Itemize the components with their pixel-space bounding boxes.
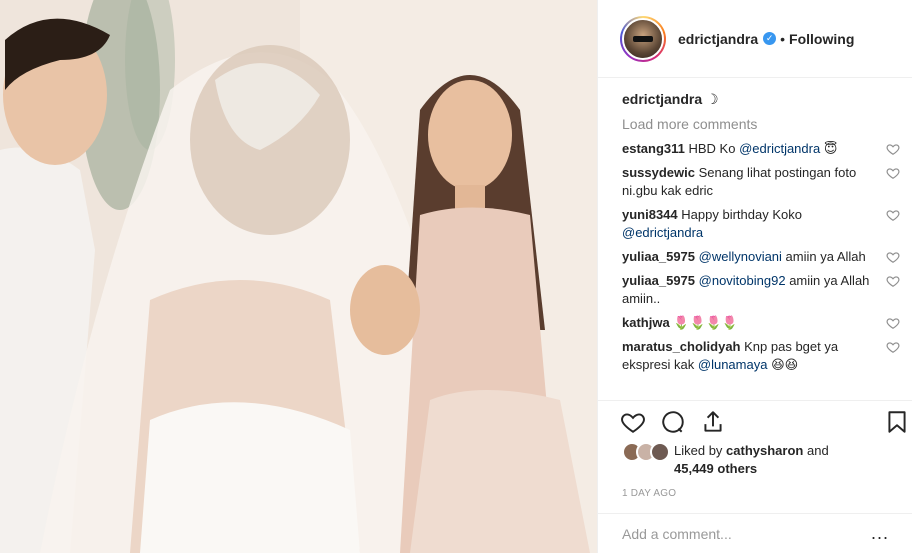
comment-username[interactable]: yuliaa_5975 bbox=[622, 249, 695, 264]
share-icon[interactable] bbox=[700, 409, 726, 435]
liked-by-prefix: Liked by bbox=[674, 443, 723, 458]
comment-username[interactable]: maratus_cholidyah bbox=[622, 339, 741, 354]
comment-icon[interactable] bbox=[660, 409, 686, 435]
following-button[interactable]: Following bbox=[789, 31, 854, 47]
comment-item: maratus_cholidyah Knp pas bget ya ekspre… bbox=[622, 338, 904, 374]
post-caption: edrictjandra ☽ bbox=[622, 88, 904, 110]
comment-text: HBD Ko bbox=[688, 141, 740, 156]
post-header: edrictjandra ✓ • Following bbox=[598, 0, 912, 78]
caption-username[interactable]: edrictjandra bbox=[622, 91, 702, 107]
post-timestamp[interactable]: 1 DAY AGO bbox=[622, 488, 676, 499]
like-comment-heart-icon[interactable] bbox=[886, 316, 900, 330]
comment-suffix: 😆😆 bbox=[767, 357, 799, 372]
comment-username[interactable]: yuliaa_5975 bbox=[622, 273, 695, 288]
comment-text: Happy birthday Koko bbox=[681, 207, 802, 222]
comment-suffix: amiin ya Allah bbox=[781, 249, 866, 264]
comment-mention[interactable]: @edrictjandra bbox=[622, 225, 703, 240]
comment-username[interactable]: estang311 bbox=[622, 141, 685, 156]
post-sidebar: edrictjandra ✓ • Following edrictjandra … bbox=[597, 0, 912, 553]
liked-by-username[interactable]: cathysharon bbox=[726, 443, 803, 458]
header-username-row: edrictjandra ✓ • Following bbox=[678, 31, 854, 47]
comment-mention[interactable]: @wellynoviani bbox=[699, 249, 782, 264]
comment-mention[interactable]: @edrictjandra bbox=[739, 141, 820, 156]
comment-mention[interactable]: @lunamaya bbox=[698, 357, 768, 372]
like-comment-heart-icon[interactable] bbox=[886, 340, 900, 354]
comment-suffix: 😇 bbox=[820, 141, 838, 156]
post-actions-bar bbox=[598, 400, 912, 442]
sunglasses-icon bbox=[633, 35, 653, 42]
verified-badge-icon: ✓ bbox=[763, 32, 777, 45]
comment-item: yuni8344 Happy birthday Koko @edrictjand… bbox=[622, 206, 904, 242]
like-comment-heart-icon[interactable] bbox=[886, 142, 900, 156]
comment-item: kathjwa 🌷🌷🌷🌷 bbox=[622, 314, 904, 332]
caption-text: ☽ bbox=[706, 91, 719, 107]
header-username[interactable]: edrictjandra bbox=[678, 31, 758, 47]
like-comment-heart-icon[interactable] bbox=[886, 250, 900, 264]
story-ring[interactable] bbox=[620, 15, 666, 62]
comment-item: yuliaa_5975 @wellynoviani amiin ya Allah bbox=[622, 248, 904, 266]
comment-username[interactable]: yuni8344 bbox=[622, 207, 678, 222]
comment-text: 🌷🌷🌷🌷 bbox=[673, 315, 739, 330]
likes-count[interactable]: 45,449 others bbox=[674, 461, 757, 476]
more-options-button[interactable]: ... bbox=[871, 523, 889, 544]
like-comment-heart-icon[interactable] bbox=[886, 274, 900, 288]
add-comment-bar: ... bbox=[598, 513, 912, 553]
liked-by-and: and bbox=[806, 443, 829, 458]
post-photo[interactable] bbox=[0, 0, 597, 553]
heart-icon[interactable] bbox=[620, 409, 646, 435]
comment-mention[interactable]: @novitobing92 bbox=[699, 273, 786, 288]
header-separator: • bbox=[780, 30, 786, 47]
liked-by-avatars[interactable] bbox=[622, 442, 674, 464]
like-comment-heart-icon[interactable] bbox=[886, 208, 900, 222]
avatar bbox=[650, 442, 670, 462]
comment-item: estang311 HBD Ko @edrictjandra 😇 bbox=[622, 140, 904, 158]
liked-by-text: Liked by cathysharon and 45,449 others bbox=[674, 442, 829, 478]
comments-list: edrictjandra ☽ Load more comments estang… bbox=[622, 88, 904, 380]
likes-summary: Liked by cathysharon and 45,449 others bbox=[622, 442, 829, 478]
bookmark-icon[interactable] bbox=[884, 409, 910, 435]
comment-username[interactable]: sussydewic bbox=[622, 165, 695, 180]
comment-item: yuliaa_5975 @novitobing92 amiin ya Allah… bbox=[622, 272, 904, 308]
load-more-comments-button[interactable]: Load more comments bbox=[622, 113, 904, 135]
add-comment-input[interactable] bbox=[622, 525, 852, 542]
comment-item: sussydewic Senang lihat postingan foto n… bbox=[622, 164, 904, 200]
avatar[interactable] bbox=[622, 17, 664, 60]
comment-username[interactable]: kathjwa bbox=[622, 315, 670, 330]
like-comment-heart-icon[interactable] bbox=[886, 166, 900, 180]
wedding-photo-illustration bbox=[0, 0, 597, 553]
